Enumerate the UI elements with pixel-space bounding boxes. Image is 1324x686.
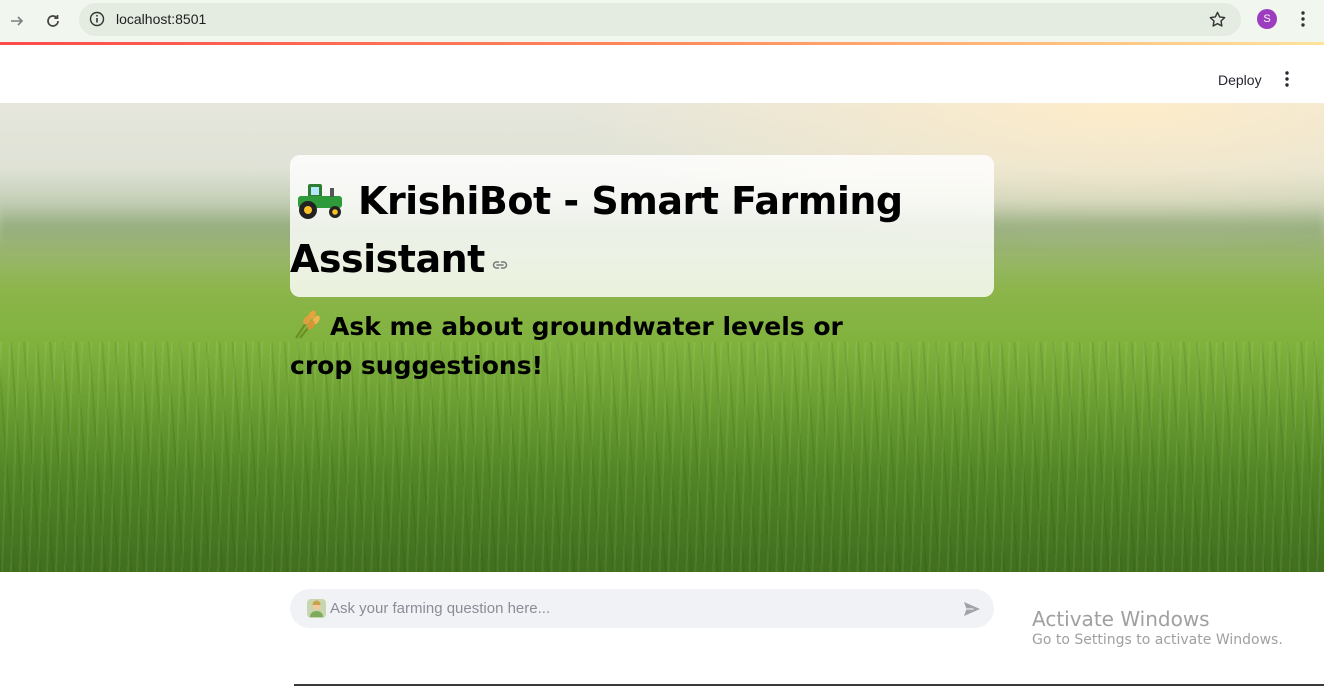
app-header: Deploy [0, 45, 1324, 103]
title-card: KrishiBot - Smart Farming Assistant [290, 155, 994, 297]
page-title: KrishiBot - Smart Farming Assistant [290, 175, 930, 285]
profile-avatar[interactable]: S [1257, 9, 1277, 29]
user-avatar-icon [307, 599, 326, 618]
forward-icon[interactable] [4, 8, 30, 34]
send-icon[interactable] [962, 599, 982, 619]
tractor-icon [294, 180, 346, 233]
site-info-icon[interactable] [89, 11, 105, 27]
chat-input-container [290, 589, 994, 628]
rice-sheaf-icon [290, 308, 324, 349]
deploy-button[interactable]: Deploy [1208, 70, 1272, 90]
page-subtitle-text: Ask me about groundwater levels or crop … [290, 312, 843, 380]
app-menu-icon[interactable] [1278, 70, 1296, 88]
page-title-text: KrishiBot - Smart Farming Assistant [290, 179, 903, 281]
browser-menu-icon[interactable] [1293, 9, 1313, 29]
bookmark-star-icon[interactable] [1208, 10, 1227, 29]
address-url: localhost:8501 [116, 11, 207, 27]
hero-background: KrishiBot - Smart Farming Assistant Ask … [0, 103, 1324, 572]
chat-input[interactable] [330, 589, 930, 628]
activate-windows-title: Activate Windows [1032, 607, 1210, 631]
browser-toolbar: localhost:8501 S [0, 0, 1324, 42]
activate-windows-subtitle: Go to Settings to activate Windows. [1032, 632, 1283, 648]
anchor-link-icon[interactable] [491, 256, 509, 274]
page-subtitle: Ask me about groundwater levels or crop … [290, 308, 850, 383]
reload-icon[interactable] [40, 8, 66, 34]
address-bar[interactable]: localhost:8501 [79, 3, 1241, 36]
